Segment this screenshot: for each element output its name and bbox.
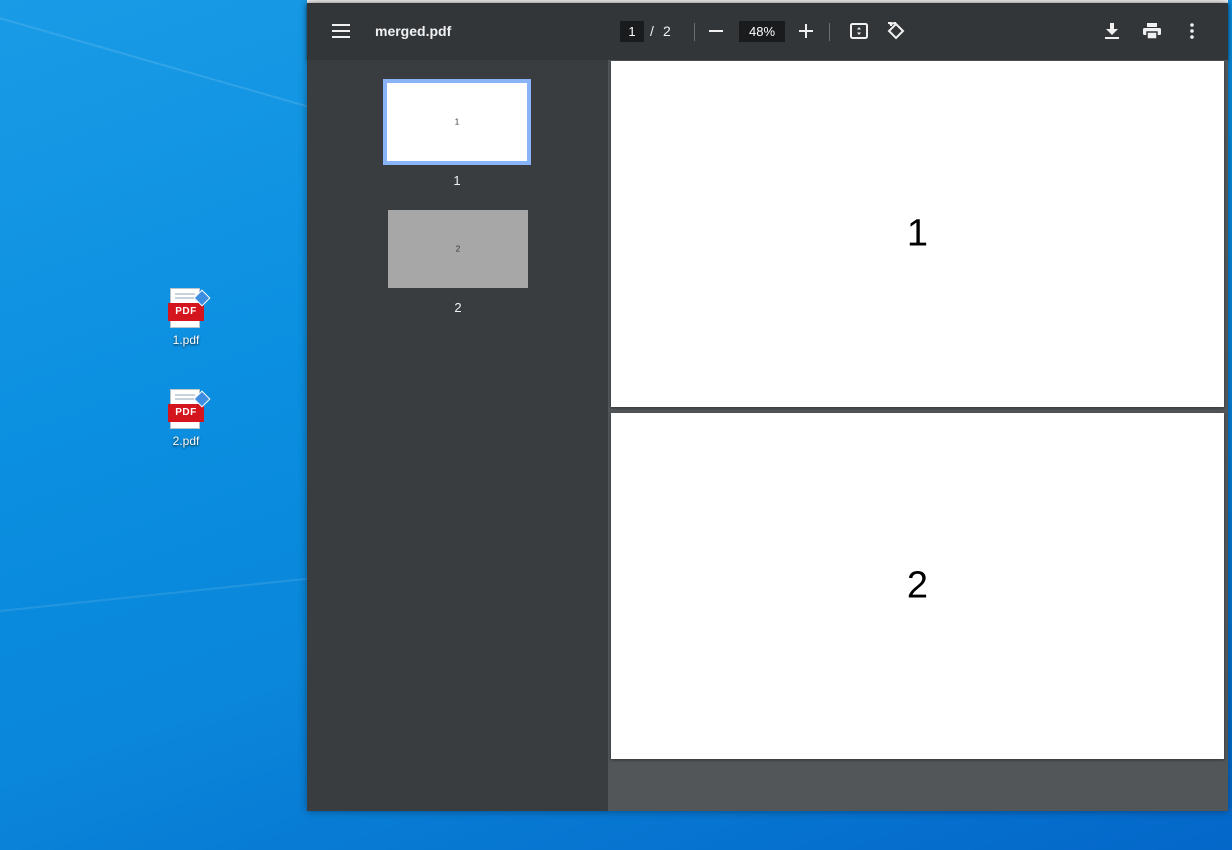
more-vert-icon [1190, 23, 1194, 39]
zoom-input[interactable]: 48% [739, 21, 785, 42]
thumbnail-item-2[interactable]: 2 2 [388, 210, 528, 315]
desktop-icon-label: 2.pdf [172, 434, 200, 448]
thumbnail-item-1[interactable]: 1 1 [383, 79, 531, 188]
minus-icon [709, 30, 723, 32]
pdf-toolbar: merged.pdf 1 / 2 48% [307, 3, 1228, 60]
thumbnail-sidebar: 1 1 2 2 [307, 60, 608, 811]
print-icon [1143, 23, 1161, 39]
thumbnail-number: 2 [454, 300, 462, 315]
pdf-page-2: 2 [611, 413, 1224, 759]
page-content: 2 [906, 564, 929, 607]
thumbnail-page-1[interactable]: 1 [383, 79, 531, 165]
page-number-input[interactable]: 1 [620, 21, 644, 42]
toolbar-divider [829, 23, 830, 41]
desktop-icon-label: 1.pdf [172, 333, 200, 347]
download-icon [1105, 23, 1119, 39]
thumbnail-number: 1 [453, 173, 461, 188]
plus-icon [799, 24, 813, 38]
pdf-file-icon: PDF [168, 389, 211, 431]
more-options-button[interactable] [1176, 15, 1208, 47]
page-total: 2 [663, 23, 671, 39]
zoom-in-button[interactable] [790, 15, 822, 47]
pdf-file-icon: PDF [168, 288, 211, 330]
toolbar-divider [694, 23, 695, 41]
rotate-button[interactable] [880, 15, 912, 47]
document-canvas[interactable]: 1 2 [608, 60, 1228, 811]
download-button[interactable] [1096, 15, 1128, 47]
pdf-page-1: 1 [611, 61, 1224, 407]
thumbnail-page-text: 1 [454, 117, 460, 127]
thumbnail-page-text: 2 [455, 244, 461, 254]
menu-button[interactable] [325, 15, 357, 47]
rotate-icon [887, 22, 905, 40]
zoom-out-button[interactable] [700, 15, 732, 47]
print-button[interactable] [1136, 15, 1168, 47]
page-separator: / [650, 23, 654, 39]
document-title: merged.pdf [375, 23, 452, 39]
page-content: 1 [906, 212, 929, 255]
desktop-icon-2-pdf[interactable]: PDF 2.pdf [156, 389, 216, 448]
thumbnail-page-2[interactable]: 2 [388, 210, 528, 288]
fit-page-button[interactable] [843, 15, 875, 47]
desktop-icon-1-pdf[interactable]: PDF 1.pdf [156, 288, 216, 347]
pdf-viewer-window: merged.pdf 1 / 2 48% 1 1 2 2 1 2 [307, 3, 1228, 811]
menu-icon [332, 24, 350, 38]
fit-page-icon [850, 23, 868, 39]
